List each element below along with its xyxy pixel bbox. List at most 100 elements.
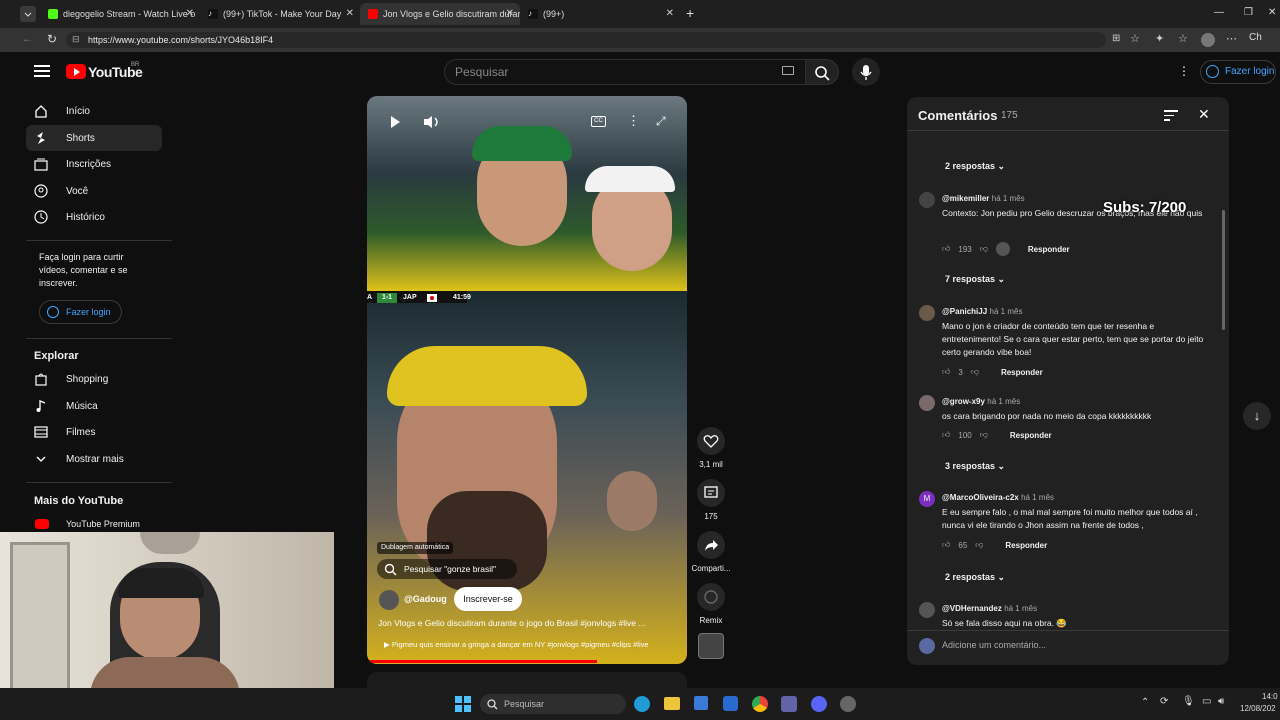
shorts-video-player[interactable]: A 1-1 JAP 41:59 CC ⋮ ⤢ Dublagem automáti…: [367, 96, 687, 664]
channel-avatar[interactable]: [379, 590, 399, 610]
progress-bar[interactable]: [367, 660, 597, 663]
fullscreen-icon[interactable]: ⤢: [656, 114, 666, 129]
store-icon[interactable]: [694, 696, 708, 710]
close-icon[interactable]: ✕: [666, 8, 674, 19]
back-icon[interactable]: ←: [22, 33, 33, 45]
next-short-preview[interactable]: [367, 672, 687, 688]
play-button[interactable]: [387, 114, 403, 130]
install-icon[interactable]: ⊞: [1112, 33, 1120, 44]
mic-icon[interactable]: 🎙︎: [1182, 696, 1195, 707]
sidebar-item-premium[interactable]: YouTube Premium: [66, 519, 140, 529]
outlook-icon[interactable]: [723, 696, 738, 711]
thumbs-up-icon[interactable]: 👍︎: [942, 244, 950, 254]
avatar[interactable]: M: [919, 491, 935, 507]
search-button[interactable]: [805, 59, 839, 85]
thumbs-down-icon[interactable]: 👎︎: [980, 430, 988, 440]
avatar[interactable]: [919, 602, 935, 618]
subscribe-button[interactable]: Inscrever-se: [454, 587, 522, 611]
reload-icon[interactable]: ↻: [47, 32, 57, 46]
network-icon[interactable]: ▭: [1202, 696, 1211, 707]
maximize-icon[interactable]: ❐: [1244, 7, 1253, 18]
thumbs-down-icon[interactable]: 👎︎: [980, 244, 988, 254]
tab-list-button[interactable]: [20, 6, 36, 22]
reply-button[interactable]: Responder: [1005, 541, 1047, 550]
tray-chevron-icon[interactable]: ⌃: [1141, 697, 1149, 708]
comment-author[interactable]: @VDHernandez: [942, 604, 1002, 613]
keyboard-icon[interactable]: [782, 66, 794, 75]
thumbs-up-icon[interactable]: 👍︎: [942, 540, 950, 550]
tab-kick[interactable]: diegogelio Stream - Watch Live o ✕: [40, 3, 200, 25]
sidebar-item-history[interactable]: Histórico: [26, 204, 162, 230]
volume-icon[interactable]: 🔊︎: [1218, 696, 1224, 707]
close-icon[interactable]: ✕: [186, 8, 194, 19]
thumbs-up-icon[interactable]: 👍︎: [942, 430, 950, 440]
search-suggestion-chip[interactable]: Pesquisar "gonze brasil": [377, 559, 517, 579]
clock-time[interactable]: 14:0: [1262, 692, 1278, 701]
more-options-icon[interactable]: ⋮: [1178, 64, 1190, 78]
comment-author[interactable]: @PanichiJJ: [942, 307, 987, 316]
reply-button[interactable]: Responder: [1028, 245, 1070, 254]
sidebar-item-music[interactable]: Música: [26, 393, 162, 419]
reply-button[interactable]: Responder: [1010, 431, 1052, 440]
sidebar-item-shopping[interactable]: Shopping: [26, 366, 162, 392]
comment-author[interactable]: @mikemiller: [942, 194, 989, 203]
volume-button[interactable]: [422, 114, 442, 130]
sidebar-item-films[interactable]: Filmes: [26, 419, 162, 445]
youtube-logo-icon[interactable]: [66, 64, 86, 79]
avatar[interactable]: [919, 395, 935, 411]
replies-toggle[interactable]: 2 respostas ⌄: [945, 161, 1005, 172]
sidebar-item-shorts[interactable]: Shorts: [26, 125, 162, 151]
hamburger-menu-icon[interactable]: [34, 64, 50, 78]
site-info-icon[interactable]: ⊟: [72, 34, 80, 45]
menu-icon[interactable]: ⋯: [1226, 32, 1237, 45]
thumbs-down-icon[interactable]: 👎︎: [971, 367, 979, 377]
taskbar-search[interactable]: Pesquisar: [480, 694, 626, 714]
add-comment-input[interactable]: Adicione um comentário...: [942, 640, 1046, 650]
sidebar-item-home[interactable]: Início: [26, 98, 162, 124]
new-tab-button[interactable]: +: [686, 5, 694, 21]
avatar[interactable]: [1201, 33, 1215, 47]
share-button[interactable]: [697, 531, 725, 559]
more-options-icon[interactable]: ⋮: [627, 113, 640, 129]
scrollbar[interactable]: [1222, 210, 1225, 330]
copilot-label[interactable]: Ch: [1249, 32, 1262, 43]
replies-toggle[interactable]: 3 respostas ⌄: [945, 461, 1005, 472]
sidebar-item-show-more[interactable]: Mostrar mais: [26, 446, 162, 472]
tab-youtube[interactable]: Jon Vlogs e Gelio discutiram durar ✕: [360, 3, 520, 25]
clock-date[interactable]: 12/08/202: [1240, 704, 1276, 713]
comment-author[interactable]: @grow-x9y: [942, 397, 985, 406]
scroll-down-button[interactable]: ↓: [1243, 402, 1271, 430]
comments-button[interactable]: [697, 479, 725, 507]
avatar[interactable]: [919, 305, 935, 321]
chrome-icon[interactable]: [752, 696, 768, 712]
captions-icon[interactable]: CC: [591, 116, 606, 127]
reply-button[interactable]: Responder: [1001, 368, 1043, 377]
tab-tiktok-2[interactable]: ♪ (99+) ✕: [520, 3, 680, 25]
edge-icon[interactable]: [634, 696, 650, 712]
tab-tiktok[interactable]: ♪ (99+) TikTok - Make Your Day ✕: [200, 3, 360, 25]
remix-button[interactable]: [697, 583, 725, 611]
favorites-icon[interactable]: ☆: [1178, 32, 1188, 45]
url-field[interactable]: https://www.youtube.com/shorts/JYO46b18I…: [66, 32, 1106, 48]
channel-name[interactable]: @Gadoug: [404, 594, 447, 604]
avatar[interactable]: [919, 192, 935, 208]
window-close-icon[interactable]: ✕: [1268, 7, 1276, 18]
search-input[interactable]: Pesquisar: [444, 59, 806, 85]
close-icon[interactable]: ✕: [1198, 106, 1210, 123]
teams-icon[interactable]: [781, 696, 797, 712]
thumbs-down-icon[interactable]: 👎︎: [975, 540, 983, 550]
windows-start-icon[interactable]: [455, 696, 471, 712]
replies-toggle[interactable]: 7 respostas ⌄: [945, 274, 1005, 285]
close-icon[interactable]: ✕: [346, 8, 354, 19]
file-explorer-icon[interactable]: [664, 697, 680, 710]
minimize-icon[interactable]: —: [1214, 7, 1224, 18]
sidebar-item-you[interactable]: Você: [26, 178, 162, 204]
audio-thumbnail[interactable]: [698, 633, 724, 659]
video-title[interactable]: Jon Vlogs e Gelio discutiram durante o j…: [378, 618, 678, 628]
sort-icon[interactable]: [1164, 109, 1178, 121]
replies-toggle[interactable]: 2 respostas ⌄: [945, 572, 1005, 583]
discord-icon[interactable]: [811, 696, 827, 712]
star-icon[interactable]: ☆: [1130, 32, 1140, 45]
related-video-link[interactable]: ▶ Pigmeu quis ensinar a gringa a dançar …: [384, 640, 649, 649]
comment-author[interactable]: @MarcoOliveira-c2x: [942, 493, 1019, 502]
